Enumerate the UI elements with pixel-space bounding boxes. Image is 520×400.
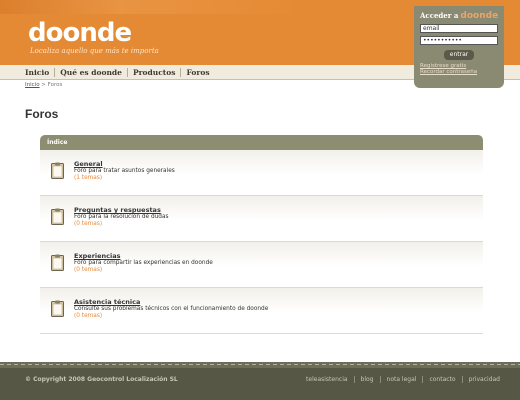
footer-link-nota-legal[interactable]: nota legal	[381, 376, 424, 383]
forum-description: Foro para la resolución de dudas	[74, 214, 169, 220]
panel-header: Índice	[40, 135, 483, 150]
nav-item-foros[interactable]: Foros	[181, 68, 214, 77]
forum-index-panel: Índice General Foro para tratar asuntos …	[40, 135, 483, 335]
site-logo[interactable]: doonde	[28, 20, 132, 46]
forum-title-link[interactable]: Experiencias	[74, 252, 121, 260]
footer-links: teleasistencia blog nota legal contacto …	[300, 376, 500, 383]
clipboard-icon	[51, 208, 64, 225]
copyright-text: © Copyright 2008 Geocontrol Localización…	[25, 376, 178, 383]
login-box: Acceder a doonde email ••••••••••• entrar…	[414, 6, 504, 88]
login-title-text: Acceder a	[420, 11, 459, 20]
site-tagline: Localiza aquello que más te importa	[30, 47, 159, 55]
nav-item-productos[interactable]: Productos	[128, 68, 182, 77]
forum-row: Preguntas y respuestas Foro para la reso…	[40, 196, 483, 242]
breadcrumb: Inicio > Foros	[25, 82, 62, 88]
forum-row: Asistencia técnica Consulte sus problema…	[40, 288, 483, 334]
forgot-password-link[interactable]: Recordar contraseña	[420, 69, 498, 75]
breadcrumb-separator: >	[39, 82, 48, 88]
breadcrumb-current: Foros	[47, 82, 63, 88]
footer-link-contacto[interactable]: contacto	[423, 376, 463, 383]
nav-item-que-es-doonde[interactable]: Qué es doonde	[55, 68, 128, 77]
nav-item-inicio[interactable]: Inicio	[25, 68, 56, 77]
password-field[interactable]: •••••••••••	[420, 36, 498, 45]
forum-description: Consulte sus problemas técnicos con el f…	[74, 306, 269, 312]
login-title: Acceder a doonde	[420, 11, 498, 21]
forum-topic-count: (0 temas)	[74, 221, 103, 227]
forum-topic-count: (0 temas)	[74, 313, 103, 319]
forum-topic-count: (0 temas)	[74, 267, 103, 273]
login-button[interactable]: entrar	[444, 50, 474, 60]
page-title: Foros	[25, 107, 59, 121]
forum-row: Experiencias Foro para compartir las exp…	[40, 242, 483, 288]
forum-description: Foro para compartir las experiencias en …	[74, 260, 213, 266]
email-field[interactable]: email	[420, 24, 498, 33]
forum-row: General Foro para tratar asuntos general…	[40, 150, 483, 196]
clipboard-icon	[51, 254, 64, 271]
footer-link-blog[interactable]: blog	[355, 376, 381, 383]
site-footer: © Copyright 2008 Geocontrol Localización…	[0, 368, 520, 400]
forum-title-link[interactable]: Asistencia técnica	[74, 298, 140, 306]
forum-topic-count: (1 temas)	[74, 175, 103, 181]
clipboard-icon	[51, 300, 64, 317]
forum-title-link[interactable]: General	[74, 160, 103, 168]
footer-link-privacidad[interactable]: privacidad	[463, 376, 500, 383]
breadcrumb-home-link[interactable]: Inicio	[25, 82, 40, 88]
header-decoration	[0, 0, 300, 14]
forum-title-link[interactable]: Preguntas y respuestas	[74, 206, 161, 214]
login-brand: doonde	[460, 11, 499, 21]
forum-description: Foro para tratar asuntos generales	[74, 168, 175, 174]
footer-link-teleasistencia[interactable]: teleasistencia	[300, 376, 355, 383]
clipboard-icon	[51, 162, 64, 179]
